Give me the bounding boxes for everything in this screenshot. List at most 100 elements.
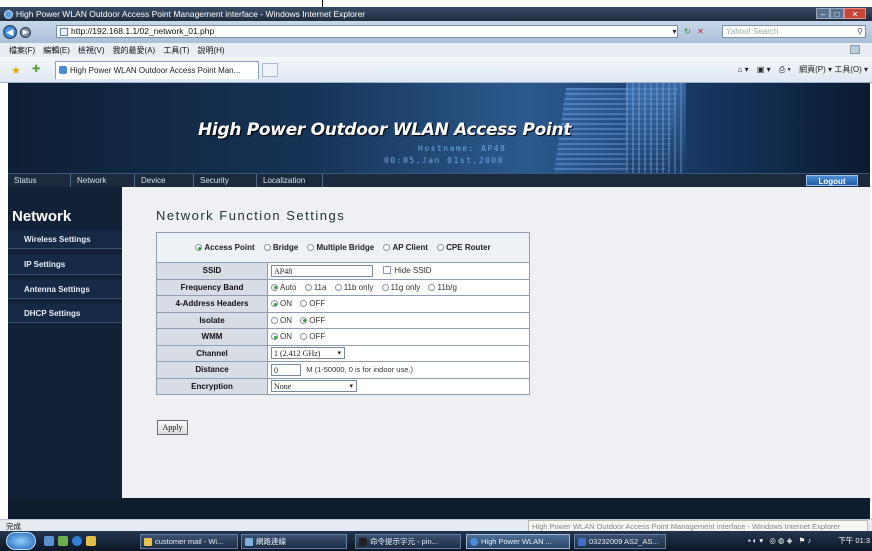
stop-icon[interactable]: ✕ (694, 25, 707, 38)
chevron-down-icon: ▾ (337, 349, 341, 358)
search-input[interactable]: Yahoo! Search ⚲ (722, 25, 866, 38)
tray-icons[interactable]: ▪ ◐ ▾ ◎ ◍ ◈ ⚑ ♪ (748, 536, 811, 545)
radio-wmm-on[interactable] (271, 333, 278, 341)
radio-multiple-bridge[interactable] (307, 244, 315, 251)
add-favorite-icon[interactable]: ✚ (32, 64, 40, 75)
encryption-row: Encryption None ▾ (156, 377, 530, 395)
sidebar-item-antenna-settings[interactable]: Antenna Settings (8, 280, 122, 299)
nav-network[interactable]: Network (71, 174, 135, 188)
sidebar-item-dhcp-settings[interactable]: DHCP Settings (8, 304, 122, 323)
radio-ap-client[interactable] (383, 244, 391, 251)
tab-bar: ★ ✚ High Power WLAN Outdoor Access Point… (0, 57, 872, 83)
radio-wmm-off[interactable] (300, 333, 308, 341)
radio-band-11g-only[interactable] (381, 283, 389, 291)
quicklaunch-desktop-icon[interactable] (44, 536, 54, 546)
apply-button[interactable]: Apply (157, 420, 188, 435)
search-placeholder: Yahoo! Search (726, 27, 779, 36)
url-controls: ▾ ↻ ✕ (668, 25, 707, 38)
minimize-button[interactable]: – (816, 8, 830, 19)
url-input[interactable]: http://192.168.1.1/02_network_01.php (56, 25, 678, 38)
sidebar-item-wireless-settings[interactable]: Wireless Settings (8, 230, 122, 249)
window-title: High Power WLAN Outdoor Access Point Man… (16, 9, 366, 19)
distance-input[interactable]: 0 (271, 363, 301, 376)
encryption-select[interactable]: None ▾ (271, 380, 357, 393)
isolate-label: Isolate (156, 311, 268, 329)
radio-4addr-on[interactable] (271, 300, 278, 308)
wmm-label: WMM (156, 328, 268, 346)
banner-title: High Power Outdoor WLAN Access Point (198, 120, 572, 140)
radio-isolate-on[interactable] (271, 316, 278, 324)
maximize-button[interactable]: □ (830, 8, 844, 19)
mode-cpe-router[interactable]: CPE Router (437, 243, 491, 252)
menu-help[interactable]: 說明(H) (197, 45, 224, 56)
start-button[interactable] (6, 532, 36, 550)
hide-ssid-label: Hide SSID (394, 265, 432, 275)
sidebar-heading: Network (12, 208, 72, 225)
task-document[interactable]: 03232009 AS2_AS... (574, 534, 666, 549)
nav-device[interactable]: Device (135, 174, 194, 188)
distance-row: Distance 0 M (1-50000, 0 is for indoor u… (156, 361, 530, 379)
radio-band-11b-only[interactable] (334, 283, 342, 291)
mode-ap-client[interactable]: AP Client (383, 243, 428, 252)
forward-button[interactable]: ▶ (20, 26, 31, 38)
channel-select[interactable]: 1 (2.412 GHz) ▾ (271, 347, 345, 360)
datetime-text: 00:05,Jan 01st,2000 (384, 156, 505, 165)
menu-view[interactable]: 檢視(V) (78, 45, 105, 56)
new-tab-button[interactable] (262, 63, 278, 77)
distance-label: Distance (156, 361, 268, 379)
menu-file[interactable]: 檔案(F) (9, 45, 35, 56)
mode-bridge[interactable]: Bridge (263, 243, 298, 252)
footer-bar (8, 498, 870, 519)
quicklaunch-folder-icon[interactable] (86, 536, 96, 546)
browser-tab[interactable]: High Power WLAN Outdoor Access Point Man… (55, 61, 259, 79)
radio-isolate-off[interactable] (300, 316, 308, 324)
hide-ssid-checkbox[interactable] (383, 265, 392, 274)
nav-localization[interactable]: Localization (257, 174, 323, 188)
task-command-prompt[interactable]: 命令提示字元 - pin... (355, 534, 461, 549)
back-button[interactable]: ◀ (3, 25, 17, 39)
radio-bridge[interactable] (263, 244, 271, 251)
nav-status[interactable]: Status (8, 174, 71, 188)
favorites-star-icon[interactable]: ★ (11, 64, 21, 77)
sidebar-item-ip-settings[interactable]: IP Settings (8, 255, 122, 275)
logout-button[interactable]: Logout (806, 175, 858, 186)
radio-access-point[interactable] (195, 244, 203, 251)
task-high-power-wlan[interactable]: High Power WLAN ... (466, 534, 570, 549)
close-button[interactable]: ✕ (844, 8, 866, 19)
radio-cpe-router[interactable] (437, 244, 445, 251)
channel-row: Channel 1 (2.412 GHz) ▾ (156, 344, 530, 362)
taskbar: customer mail - Wi... 網路連線 命令提示字元 - pin.… (0, 531, 872, 551)
main-content: Network Function Settings Access Point B… (122, 187, 870, 498)
dropdown-icon[interactable]: ▾ (668, 25, 681, 38)
chevron-down-icon: ▾ (349, 382, 353, 391)
home-icon[interactable]: ⌂ ▾ (738, 65, 749, 74)
quicklaunch-ie-icon[interactable] (72, 536, 82, 546)
radio-band-auto[interactable] (271, 283, 278, 291)
wmm-row: WMM ON OFF (156, 328, 530, 346)
menu-tools[interactable]: 工具(T) (163, 45, 189, 56)
quicklaunch-switch-icon[interactable] (58, 536, 68, 546)
mode-multiple-bridge[interactable]: Multiple Bridge (307, 243, 374, 252)
isolate-row: Isolate ON OFF (156, 311, 530, 329)
feeds-icon[interactable]: ▣ ▾ (757, 65, 771, 74)
task-customer-mail[interactable]: customer mail - Wi... (140, 534, 238, 549)
mode-row: Access Point Bridge Multiple Bridge AP C… (156, 232, 530, 263)
menu-bar: 檔案(F) 編輯(E) 檢視(V) 我的最愛(A) 工具(T) 說明(H) (0, 43, 872, 57)
radio-band-11bg[interactable] (428, 283, 436, 291)
mode-access-point[interactable]: Access Point (195, 243, 255, 252)
window-controls: – □ ✕ (816, 8, 866, 19)
menu-edit[interactable]: 編輯(E) (43, 45, 70, 56)
search-icon[interactable]: ⚲ (857, 26, 863, 37)
menu-favorites[interactable]: 我的最愛(A) (113, 45, 156, 56)
task-network-connections[interactable]: 網路連線 (241, 534, 347, 549)
refresh-icon[interactable]: ↻ (681, 25, 694, 38)
nav-security[interactable]: Security (194, 174, 257, 188)
mail-icon (144, 538, 152, 546)
ssid-input[interactable]: AP48 (271, 264, 373, 277)
print-icon[interactable]: ⎙ ▾ (779, 65, 791, 74)
page-content: High Power Outdoor WLAN Access Point Hos… (8, 83, 870, 519)
radio-4addr-off[interactable] (300, 300, 308, 308)
radio-band-11a[interactable] (304, 283, 312, 291)
command-bar-menus[interactable]: 網頁(P) ▾ 工具(O) ▾ (799, 65, 868, 74)
encryption-label: Encryption (156, 377, 268, 395)
